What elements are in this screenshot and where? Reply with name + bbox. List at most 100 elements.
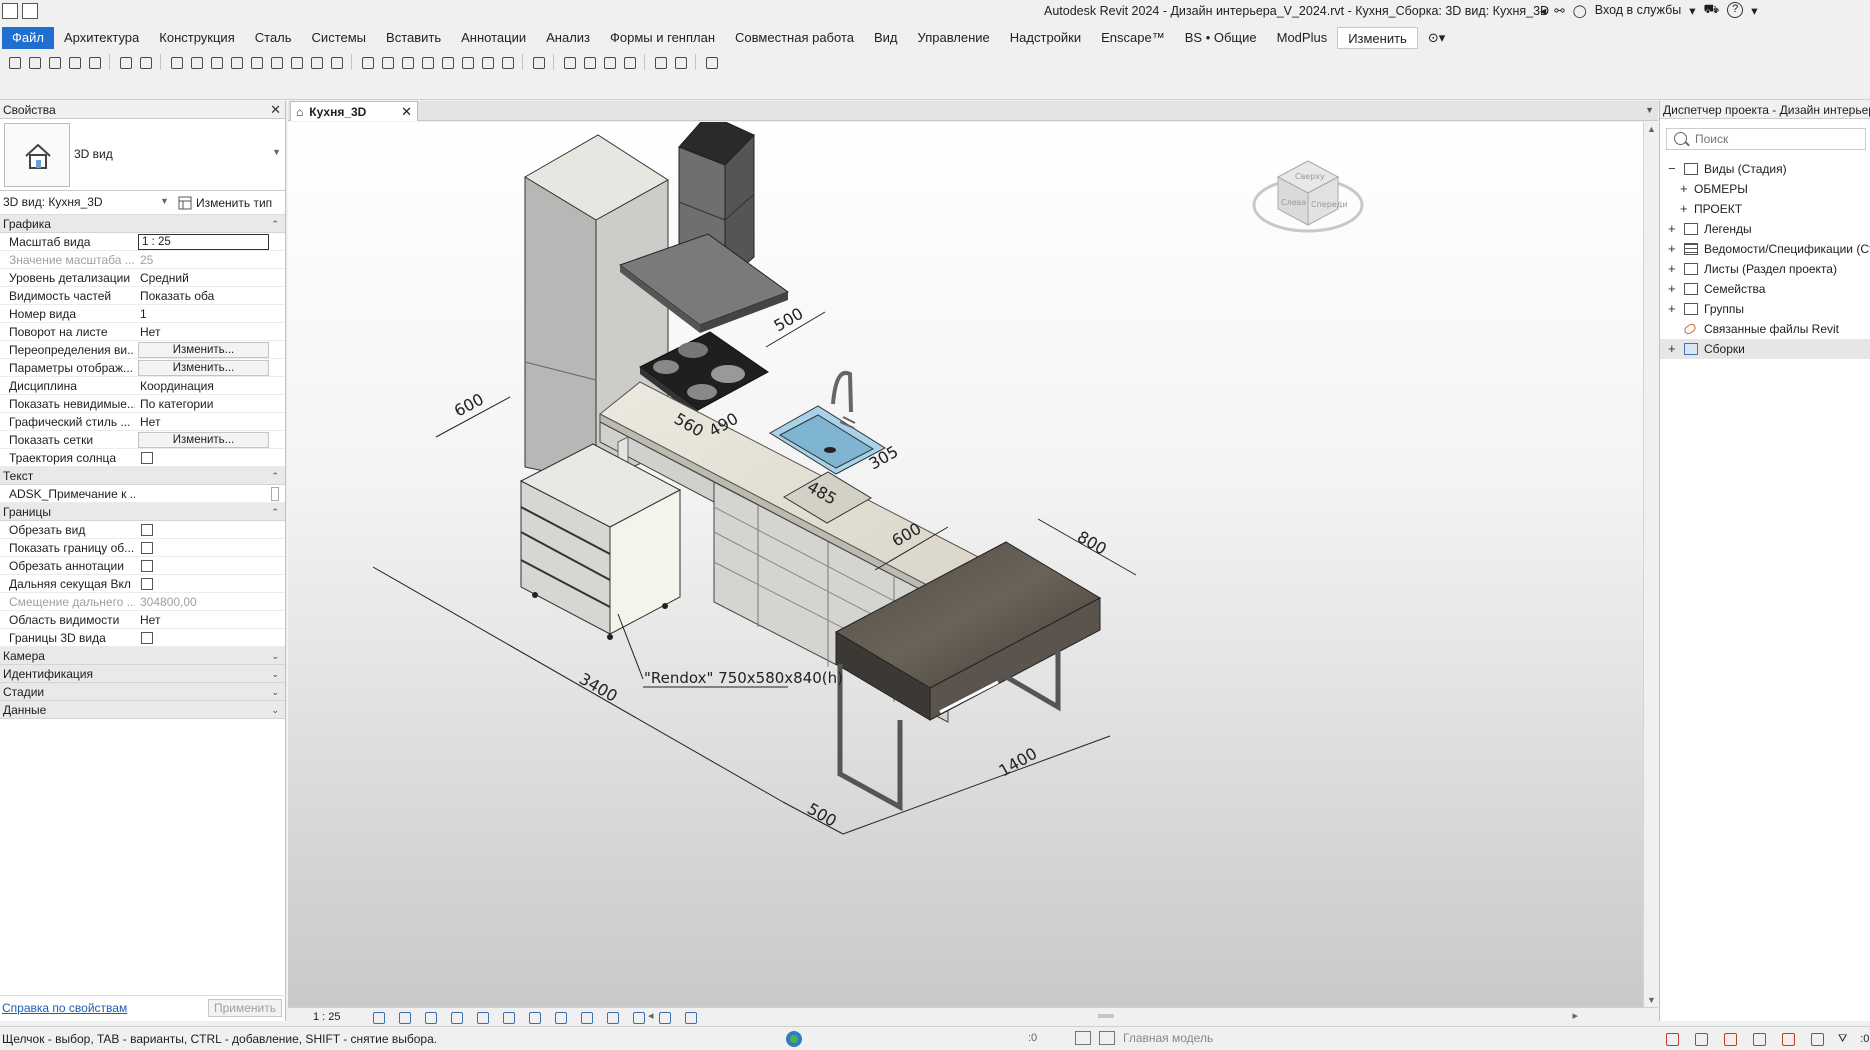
background-processes-icon[interactable] [1809,1031,1825,1047]
property-row[interactable]: Номер вида 1 [0,305,285,323]
scale-icon[interactable] [479,54,495,70]
property-checkbox[interactable] [141,560,153,572]
tabs-menu-icon[interactable]: ▼ [1645,105,1654,115]
help-dropdown-icon[interactable]: ▾ [1751,3,1757,18]
select-links-icon[interactable] [1664,1031,1680,1047]
properties-help-link[interactable]: Справка по свойствам [2,1001,127,1015]
expand-icon[interactable]: + [1668,221,1676,236]
back-arrow-icon[interactable]: ◂ [1540,3,1546,18]
worksets-icon[interactable] [786,1031,802,1047]
browser-node[interactable]: + ОБМЕРЫ [1660,179,1870,199]
ribbon-overflow-icon[interactable]: ⊙▾ [1418,27,1455,49]
sun-path-icon[interactable] [423,1010,437,1024]
property-row[interactable]: Область видимости Нет [0,611,285,629]
ribbon-tab[interactable]: Изменить [1337,27,1418,49]
property-row[interactable]: Графический стиль ... Нет [0,413,285,431]
app-menu-icon[interactable] [22,3,38,19]
property-value[interactable]: Координация [140,379,280,393]
scroll-left-icon[interactable]: ◂ [648,1009,654,1022]
analytical-model-icon[interactable] [631,1010,645,1024]
collapse-icon[interactable]: − [1668,161,1676,176]
detail-level-icon[interactable] [371,1010,385,1024]
property-row[interactable]: Показать сетки Изменить... [0,431,285,449]
sync-icon[interactable] [46,54,62,70]
rendox-cabinet[interactable] [519,443,682,640]
expand-icon[interactable]: + [1668,281,1676,296]
property-row[interactable]: Параметры отображ... Изменить... [0,359,285,377]
browser-node[interactable]: + ПРОЕКТ [1660,199,1870,219]
property-value[interactable]: Средний [140,271,280,285]
scroll-up-icon[interactable]: ▲ [1647,124,1656,134]
property-row[interactable]: Границы 3D вида [0,629,285,647]
kitchen-model[interactable]: 600 500 560 490 305 485 600 800 3400 500… [288,122,1643,1007]
redo-icon[interactable] [86,54,102,70]
help-button[interactable]: ? [1727,2,1744,18]
show-crop-icon[interactable] [527,1010,541,1024]
property-row[interactable]: Смещение дальнего ... 304800,00 [0,593,285,611]
ribbon-tab[interactable]: ModPlus [1267,27,1338,49]
group-phasing[interactable]: Стадии ⌄ [0,683,285,701]
property-value[interactable]: 1 [140,307,280,321]
collapse-icon[interactable]: ⌃ [271,215,279,233]
user-icon[interactable]: ◯ [1573,3,1587,18]
browser-node[interactable]: + Легенды [1660,219,1870,239]
filter-icon[interactable]: ⛛ [1838,1033,1847,1046]
select-underlay-icon[interactable] [1693,1031,1709,1047]
undo-icon[interactable] [66,54,82,70]
property-checkbox[interactable] [141,542,153,554]
property-row[interactable]: Траектория солнца [0,449,285,467]
group-text[interactable]: Текст ⌃ [0,467,285,485]
ribbon-tab[interactable]: Надстройки [1000,27,1091,49]
3d-view-canvas[interactable]: 600 500 560 490 305 485 600 800 3400 500… [288,122,1643,1007]
scroll-thumb[interactable] [1098,1014,1114,1018]
lock-3d-icon[interactable] [553,1010,567,1024]
ribbon-tab[interactable]: Файл [2,27,54,49]
thin-lines-icon[interactable] [308,54,324,70]
ribbon-tab[interactable]: Аннотации [451,27,536,49]
browser-node[interactable]: − Виды (Стадия) [1660,159,1870,179]
align-left-icon[interactable] [359,54,375,70]
align-dimension-icon[interactable] [188,54,204,70]
edit-type-button[interactable]: Изменить тип [178,193,272,213]
close-icon[interactable]: ✕ [270,101,281,119]
tag-icon[interactable] [228,54,244,70]
type-selector[interactable]: 3D вид ▼ [0,119,285,191]
expand-icon[interactable]: ⌄ [271,647,279,665]
rotate-icon[interactable] [439,54,455,70]
group-identity[interactable]: Идентификация ⌄ [0,665,285,683]
collapse-icon[interactable]: ⌃ [271,467,279,485]
measure-icon[interactable] [168,54,184,70]
property-row[interactable]: Поворот на листе Нет [0,323,285,341]
search-input[interactable] [1695,131,1860,147]
property-row[interactable]: Масштаб вида 1 : 25 [0,233,285,251]
collapse-icon[interactable]: ⌃ [271,503,279,521]
property-checkbox[interactable] [141,524,153,536]
binoculars-icon[interactable]: ⚯ [1554,3,1564,18]
offset-icon[interactable] [499,54,515,70]
scroll-right-icon[interactable]: ▸ [1572,1009,1578,1022]
sign-in-button[interactable]: Вход в службы [1595,3,1681,17]
expand-icon[interactable]: + [1680,201,1688,216]
browser-node[interactable]: + Группы [1660,299,1870,319]
revit-app-icon[interactable] [2,3,18,19]
ribbon-tab[interactable]: BS • Общие [1175,27,1267,49]
edit-button[interactable]: Изменить... [138,432,269,448]
property-row[interactable]: Переопределения ви... Изменить... [0,341,285,359]
reveal-hidden-icon[interactable] [605,1010,619,1024]
edit-button[interactable]: Изменить... [138,360,269,376]
ribbon-tab[interactable]: Архитектура [54,27,149,49]
chevron-down-icon[interactable]: ▼ [160,196,169,206]
customize-icon[interactable] [703,54,719,70]
section-icon[interactable] [288,54,304,70]
ribbon-tab[interactable]: Вид [864,27,908,49]
visual-style-icon[interactable] [397,1010,411,1024]
vertical-scrollbar[interactable]: ▲ ▼ [1643,122,1658,1007]
ribbon-tab[interactable]: Анализ [536,27,600,49]
browser-node[interactable]: + Сборки [1660,339,1870,359]
property-value[interactable]: Нет [140,613,280,627]
chevron-down-icon[interactable]: ▼ [272,147,281,157]
property-text-field[interactable] [271,487,279,501]
parts-icon[interactable] [601,54,617,70]
cart-icon[interactable]: ⛟ [1704,2,1720,18]
browser-node[interactable]: + Семейства [1660,279,1870,299]
